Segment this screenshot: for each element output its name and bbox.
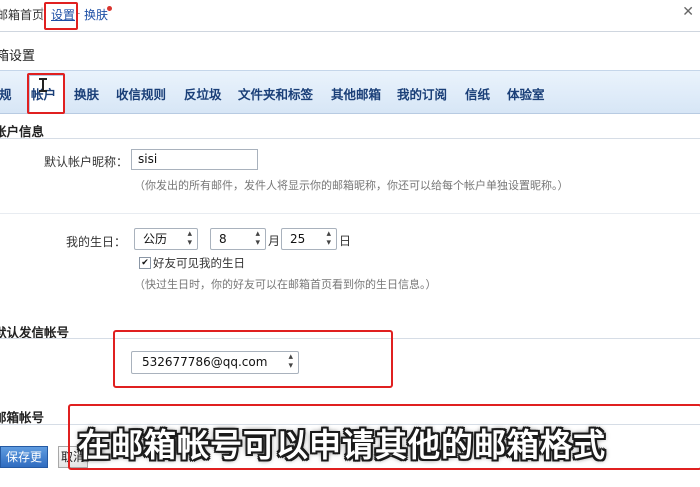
settings-title-bar: 箱设置 [0, 32, 700, 68]
birthday-hint: （快过生日时，你的好友可以在邮箱首页看到你的生日信息。） [134, 278, 437, 291]
birth-month-value: 8 [219, 232, 227, 246]
tab-anti-spam[interactable]: 反垃圾 [184, 84, 222, 103]
tab-other-mailboxes[interactable]: 其他邮箱 [331, 84, 381, 103]
highlight-box-settings [44, 2, 78, 30]
day-unit-label: 日 [339, 234, 352, 248]
tab-skin[interactable]: 换肤 [74, 84, 99, 103]
close-icon[interactable]: ✕ [682, 4, 694, 20]
spinner-arrows-icon: ▴ ▾ [255, 229, 260, 248]
highlight-box-default-sender [113, 330, 393, 388]
tab-stationery[interactable]: 信纸 [465, 84, 490, 103]
spinner-arrows-icon: ▴ ▾ [326, 229, 331, 248]
nickname-label: 默认帐户昵称： [44, 155, 129, 169]
page-title: 箱设置 [0, 49, 36, 64]
tab-general[interactable]: 规 [0, 84, 12, 103]
divider [0, 138, 700, 139]
birth-day-select[interactable]: 25 ▴ ▾ [281, 228, 337, 250]
top-links-bar: 邮箱首页 | 设置 - 换肤 [0, 0, 700, 30]
skin-link[interactable]: 换肤 [84, 6, 108, 23]
spinner-arrows-icon: ▴ ▾ [187, 229, 192, 248]
birthday-label: 我的生日： [66, 235, 127, 249]
text-cursor-icon [39, 78, 47, 92]
tab-subscriptions[interactable]: 我的订阅 [397, 84, 447, 103]
friends-visible-checkbox[interactable]: ✔ [139, 257, 151, 269]
birth-month-select[interactable]: 8 ▴ ▾ [210, 228, 266, 250]
nickname-hint: （你发出的所有邮件，发件人将显示你的邮箱昵称，你还可以给每个帐户单独设置昵称。） [134, 179, 569, 192]
save-changes-button[interactable]: 保存更改 [0, 446, 48, 484]
month-unit-label: 月 [268, 234, 281, 248]
friends-visible-label: 好友可见我的生日 [153, 256, 245, 270]
divider [0, 213, 700, 214]
tab-folders-labels[interactable]: 文件夹和标签 [238, 84, 313, 103]
nickname-input[interactable]: sisi [131, 149, 258, 170]
calendar-type-select[interactable]: 公历 ▴ ▾ [134, 228, 198, 250]
video-caption: 在邮箱帐号可以申请其他的邮箱格式 [78, 426, 607, 464]
new-dot-icon [107, 6, 112, 11]
calendar-type-value: 公历 [143, 232, 168, 246]
tab-lab[interactable]: 体验室 [507, 84, 545, 103]
settings-tabs: 规 帐户 换肤 收信规则 反垃圾 文件夹和标签 其他邮箱 我的订阅 信纸 体验室 [0, 70, 700, 114]
mail-home-link[interactable]: 邮箱首页 [0, 6, 44, 23]
birth-day-value: 25 [290, 232, 306, 246]
tab-receive-rules[interactable]: 收信规则 [116, 84, 166, 103]
